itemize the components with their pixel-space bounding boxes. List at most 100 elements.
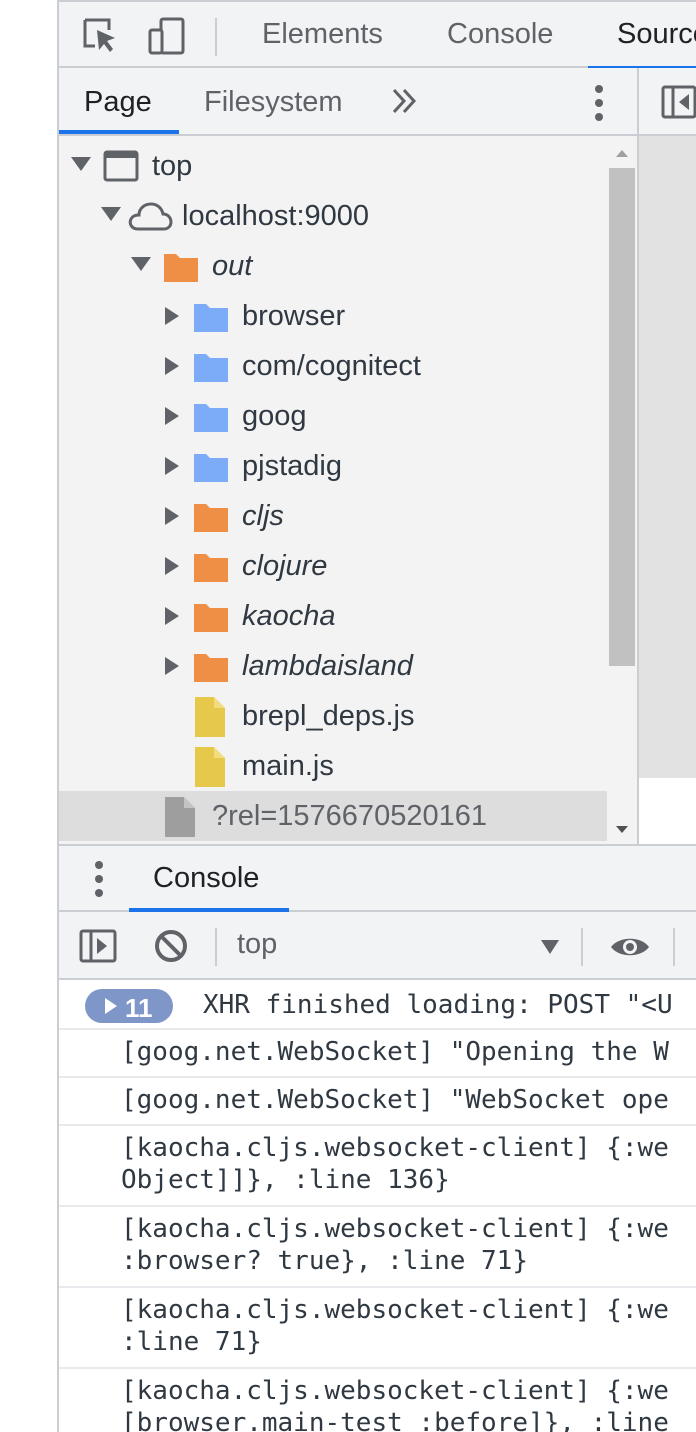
folder-icon — [193, 501, 229, 538]
main-toolbar: Elements Console Sources — [59, 0, 696, 70]
tree-item-browser[interactable]: browser — [59, 291, 607, 341]
folder-icon — [193, 401, 229, 438]
console-message[interactable]: [kaocha.cljs.websocket-client] {:we :lin… — [59, 1288, 696, 1369]
tab-page[interactable]: Page — [84, 86, 152, 119]
tree-item-brepl-deps[interactable]: brepl_deps.js — [59, 691, 607, 741]
folder-icon — [193, 351, 229, 388]
message-text: [kaocha.cljs.websocket-client] {:we — [121, 1133, 669, 1163]
toolbar-separator — [215, 928, 217, 966]
device-toolbar-icon[interactable] — [147, 16, 187, 56]
live-expression-eye-icon[interactable] — [609, 934, 651, 965]
console-message[interactable]: [kaocha.cljs.websocket-client] {:we :bro… — [59, 1207, 696, 1288]
editor-placeholder — [639, 136, 696, 778]
message-text: [goog.net.WebSocket] "WebSocket ope — [121, 1085, 669, 1115]
active-nav-tab-indicator — [59, 130, 179, 134]
editor-pane — [639, 68, 696, 844]
folder-icon — [193, 651, 229, 688]
collapse-arrow-icon[interactable] — [165, 607, 179, 625]
tree-item-cljs[interactable]: cljs — [59, 491, 607, 541]
message-text: [kaocha.cljs.websocket-client] {:we — [121, 1295, 669, 1325]
tab-sources[interactable]: Sources — [617, 18, 696, 51]
tree-item-top[interactable]: top — [59, 141, 607, 191]
frame-icon — [103, 149, 139, 188]
expand-arrow-icon[interactable] — [131, 257, 151, 271]
tree-item-goog[interactable]: goog — [59, 391, 607, 441]
folder-icon — [193, 601, 229, 638]
more-tabs-chevron-icon[interactable] — [389, 84, 419, 123]
tree-item-com-cognitect[interactable]: com/cognitect — [59, 341, 607, 391]
message-text: XHR finished loading: POST "<U — [203, 990, 673, 1020]
scroll-down-arrow-icon[interactable] — [616, 826, 628, 833]
expand-arrow-icon[interactable] — [101, 207, 121, 221]
tab-filesystem[interactable]: Filesystem — [204, 86, 343, 119]
tree-item-out[interactable]: out — [59, 241, 607, 291]
tab-console[interactable]: Console — [447, 18, 553, 51]
inspect-element-icon[interactable] — [81, 16, 121, 56]
tree-item-label: goog — [242, 400, 307, 432]
tree-item-label: out — [212, 250, 253, 282]
folder-icon — [193, 551, 229, 588]
dropdown-arrow-icon[interactable] — [541, 940, 559, 954]
message-text: [goog.net.WebSocket] "Opening the W — [121, 1037, 669, 1067]
collapse-arrow-icon[interactable] — [165, 557, 179, 575]
collapse-arrow-icon[interactable] — [165, 657, 179, 675]
tree-item-main-js[interactable]: main.js — [59, 741, 607, 791]
file-tree: top localhost:9000 out browser com/cogni… — [59, 136, 637, 844]
clear-console-icon[interactable] — [153, 928, 189, 969]
cloud-icon — [127, 201, 173, 238]
tree-item-label: ?rel=1576670520161 — [212, 800, 487, 832]
tab-elements[interactable]: Elements — [262, 18, 383, 51]
collapse-arrow-icon[interactable] — [165, 357, 179, 375]
console-message[interactable]: [kaocha.cljs.websocket-client] {:we [bro… — [59, 1369, 696, 1432]
repeat-count-badge[interactable]: 11 — [85, 989, 173, 1023]
expand-triangle-icon — [105, 998, 117, 1014]
tree-item-label: top — [152, 150, 193, 182]
scroll-up-arrow-icon[interactable] — [616, 150, 628, 157]
tree-item-clojure[interactable]: clojure — [59, 541, 607, 591]
tree-scrollbar[interactable] — [607, 136, 637, 844]
drawer-tab-console[interactable]: Console — [153, 862, 259, 895]
message-text-continued: :browser? true}, :line 71} — [121, 1246, 528, 1276]
js-file-icon — [195, 697, 225, 742]
collapse-arrow-icon[interactable] — [165, 307, 179, 325]
more-options-icon[interactable] — [589, 84, 609, 127]
message-text-continued: [browser.main-test :before]}, :line — [121, 1408, 669, 1432]
console-message[interactable]: [kaocha.cljs.websocket-client] {:we Obje… — [59, 1126, 696, 1207]
expand-arrow-icon[interactable] — [71, 157, 91, 171]
tree-item-label: cljs — [242, 500, 284, 532]
toolbar-separator — [673, 928, 675, 966]
tree-item-label: clojure — [242, 550, 328, 582]
tree-item-kaocha[interactable]: kaocha — [59, 591, 607, 641]
tree-item-label: browser — [242, 300, 346, 332]
folder-icon — [193, 301, 229, 338]
drawer-header: Console — [59, 844, 696, 912]
file-icon — [165, 797, 195, 842]
console-message[interactable]: 11 XHR finished loading: POST "<U — [59, 980, 696, 1030]
show-sidebar-icon[interactable] — [79, 928, 117, 969]
tree-item-pjstadig[interactable]: pjstadig — [59, 441, 607, 491]
tree-item-label: com/cognitect — [242, 350, 421, 382]
toggle-navigator-icon[interactable] — [661, 84, 696, 125]
message-text: [kaocha.cljs.websocket-client] {:we — [121, 1376, 669, 1406]
collapse-arrow-icon[interactable] — [165, 407, 179, 425]
js-file-icon — [195, 747, 225, 792]
message-text-continued: Object]]}, :line 136} — [121, 1165, 450, 1195]
console-message[interactable]: [goog.net.WebSocket] "WebSocket ope — [59, 1078, 696, 1126]
console-message[interactable]: [goog.net.WebSocket] "Opening the W — [59, 1030, 696, 1078]
folder-icon — [163, 251, 199, 288]
context-selector[interactable]: top — [237, 928, 277, 961]
message-text-continued: :line 71} — [121, 1327, 262, 1357]
tree-item-localhost[interactable]: localhost:9000 — [59, 191, 607, 241]
drawer-menu-icon[interactable] — [91, 860, 107, 903]
tree-item-lambdaisland[interactable]: lambdaisland — [59, 641, 607, 691]
toolbar-separator — [581, 928, 583, 966]
tree-item-label: pjstadig — [242, 450, 342, 482]
tree-item-label: localhost:9000 — [182, 200, 370, 232]
tree-item-rel-query[interactable]: ?rel=1576670520161 — [59, 791, 607, 841]
collapse-arrow-icon[interactable] — [165, 507, 179, 525]
tree-item-label: brepl_deps.js — [242, 700, 415, 732]
scroll-thumb[interactable] — [609, 168, 635, 666]
editor-toolbar — [639, 68, 696, 136]
collapse-arrow-icon[interactable] — [165, 457, 179, 475]
console-toolbar: top — [59, 912, 696, 980]
